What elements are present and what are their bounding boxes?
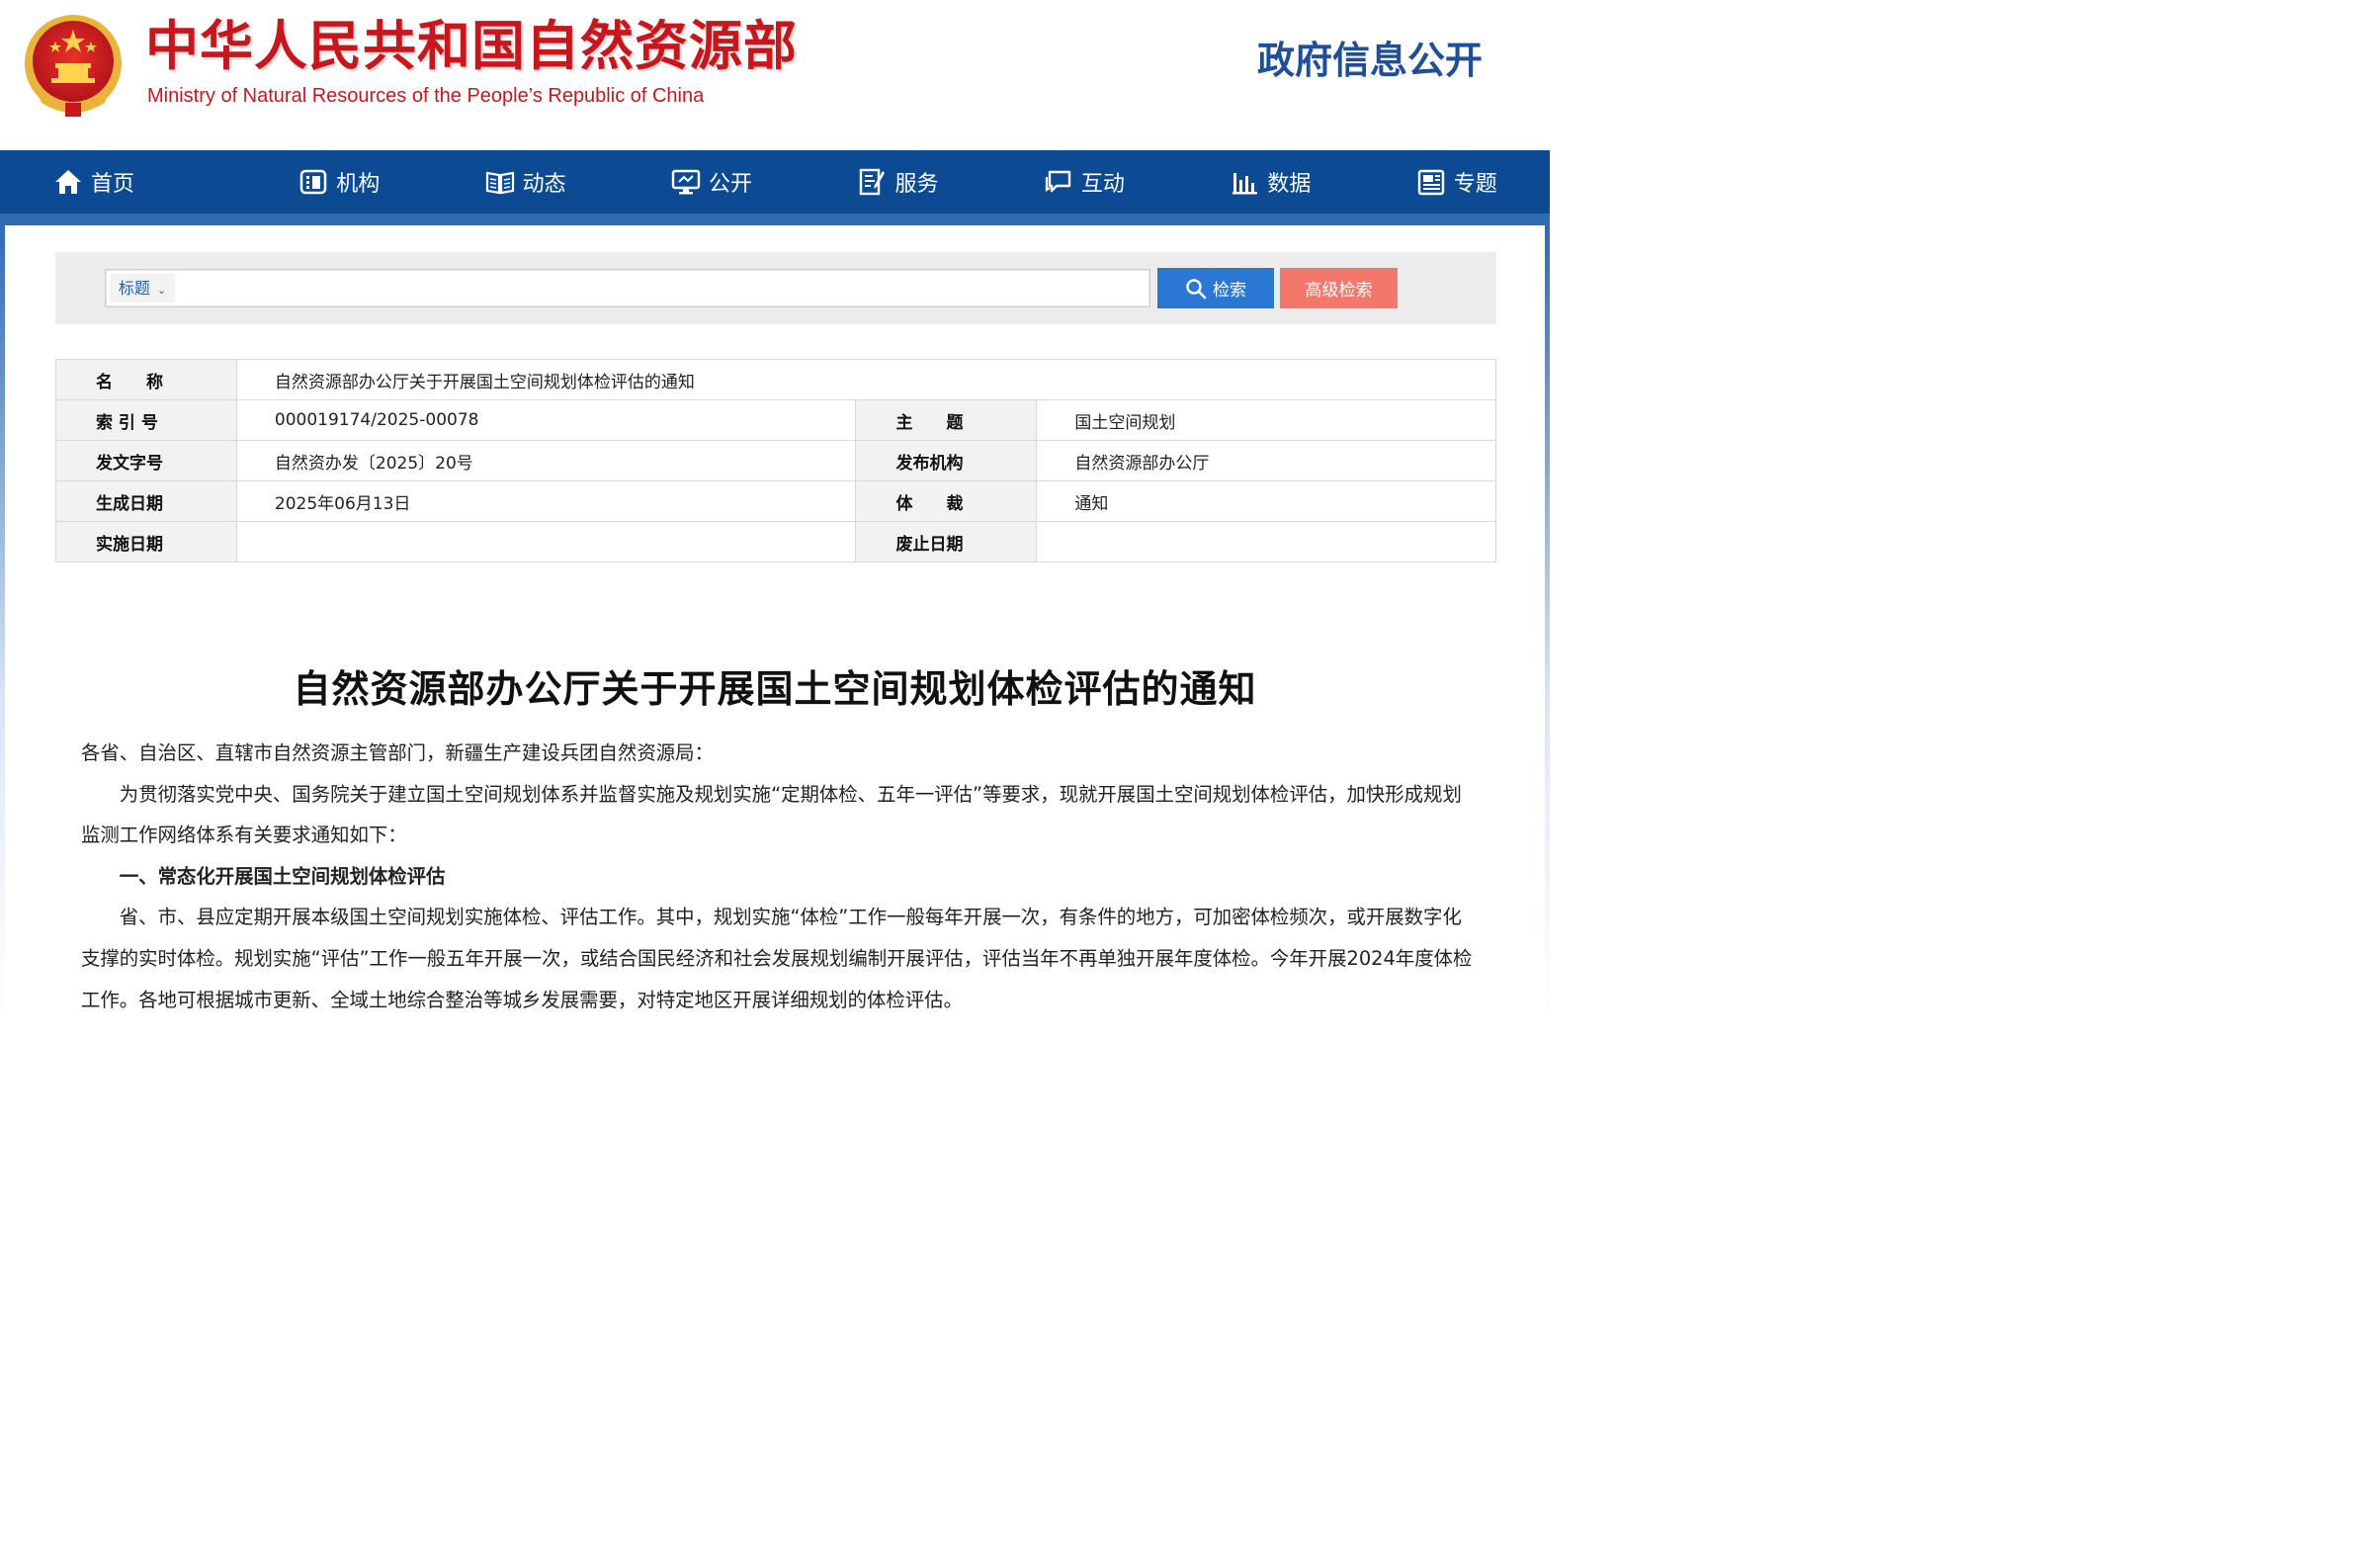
meta-value-abolished [1036, 521, 1496, 563]
table-row: 发文字号 自然资办发〔2025〕20号 发布机构 自然资源部办公厅 [55, 440, 1496, 481]
document-metadata-table: 名 称 自然资源部办公厅关于开展国土空间规划体检评估的通知 索 引 号 0000… [55, 359, 1497, 563]
article-paragraph: 省、市、县应定期开展本级国土空间规划实施体检、评估工作。其中，规划实施“体检”工… [81, 906, 1473, 1011]
left-border [0, 225, 5, 1017]
meta-value-publisher: 自然资源部办公厅 [1036, 440, 1496, 481]
search-button[interactable]: 检索 [1157, 268, 1274, 308]
meta-key-docno: 发文字号 [55, 440, 237, 481]
site-subtitle: Ministry of Natural Resources of the Peo… [147, 85, 705, 107]
org-icon [298, 167, 328, 197]
site-header: 中华人民共和国自然资源部 Ministry of Natural Resourc… [0, 0, 1550, 150]
meta-key-abolished: 废止日期 [855, 521, 1038, 563]
monitor-icon [671, 167, 701, 197]
article-paragraph: 为贯彻落实党中央、国务院关于建立国土空间规划体系并监督实施及规划实施“定期体检、… [81, 782, 1462, 847]
nav-item-interaction[interactable]: 互动 [991, 150, 1177, 214]
table-row: 名 称 自然资源部办公厅关于开展国土空间规划体检评估的通知 [55, 359, 1497, 400]
nav-accent-strip [0, 214, 1550, 225]
search-input[interactable] [181, 274, 1144, 304]
nav-item-news[interactable]: 动态 [432, 150, 618, 214]
meta-key-effective: 实施日期 [55, 521, 237, 563]
nav-item-home[interactable]: 首页 [0, 150, 194, 214]
meta-key-name: 名 称 [55, 359, 237, 400]
site-title: 中华人民共和国自然资源部 [145, 15, 798, 77]
nav-label: 专题 [1453, 172, 1497, 197]
article-addressee: 各省、自治区、直辖市自然资源主管部门，新疆生产建设兵团自然资源局： [81, 741, 714, 764]
search-field-select[interactable]: 标题 ⌄ [110, 274, 175, 303]
search-box: 标题 ⌄ [105, 269, 1150, 307]
chat-icon [1044, 167, 1073, 197]
search-button-label: 检索 [1213, 281, 1246, 301]
nav-item-service[interactable]: 服务 [805, 150, 990, 214]
search-field-label: 标题 [118, 279, 150, 298]
nav-label: 公开 [709, 172, 753, 197]
meta-key-created: 生成日期 [55, 480, 237, 522]
search-icon [1186, 278, 1207, 299]
meta-value-created: 2025年06月13日 [235, 480, 857, 522]
home-icon [53, 167, 83, 197]
meta-key-genre: 体 裁 [855, 480, 1038, 522]
article-section-heading: 一、常态化开展国土空间规划体检评估 [119, 864, 446, 888]
article-body: 各省、自治区、直辖市自然资源主管部门，新疆生产建设兵团自然资源局： 为贯彻落实党… [81, 733, 1475, 1020]
meta-value-topic: 国土空间规划 [1036, 399, 1496, 441]
table-row: 生成日期 2025年06月13日 体 裁 通知 [55, 480, 1496, 522]
edit-doc-icon [857, 167, 887, 197]
section-title[interactable]: 政府信息公开 [1257, 30, 1483, 84]
nav-item-topics[interactable]: 专题 [1364, 150, 1550, 214]
newspaper-icon [1416, 167, 1446, 197]
meta-value-docno: 自然资办发〔2025〕20号 [235, 440, 857, 481]
book-icon [485, 167, 515, 197]
nav-label: 互动 [1080, 172, 1125, 197]
nav-item-public[interactable]: 公开 [619, 150, 805, 214]
table-row: 实施日期 废止日期 [55, 521, 1496, 563]
meta-value-name: 自然资源部办公厅关于开展国土空间规划体检评估的通知 [235, 359, 1497, 400]
national-emblem-icon [25, 15, 122, 117]
meta-key-publisher: 发布机构 [855, 440, 1038, 481]
search-bar: 标题 ⌄ 检索 高级检索 [55, 252, 1496, 324]
nav-label: 首页 [91, 172, 135, 197]
advanced-search-button[interactable]: 高级检索 [1280, 268, 1398, 308]
nav-item-org[interactable]: 机构 [246, 150, 432, 214]
main-nav: 首页 机构 动态 公开 服务 互动 数据 专题 [0, 150, 1550, 214]
article-title: 自然资源部办公厅关于开展国土空间规划体检评估的通知 [293, 667, 1257, 711]
nav-label: 数据 [1267, 172, 1312, 197]
table-row: 索 引 号 000019174/2025-00078 主 题 国土空间规划 [55, 399, 1496, 441]
bar-chart-icon [1230, 167, 1259, 197]
nav-label: 动态 [522, 172, 566, 197]
meta-value-effective [235, 521, 857, 563]
nav-label: 服务 [894, 172, 939, 197]
nav-item-data[interactable]: 数据 [1177, 150, 1363, 214]
meta-key-topic: 主 题 [855, 399, 1038, 441]
meta-value-genre: 通知 [1036, 480, 1496, 522]
meta-value-index: 000019174/2025-00078 [235, 399, 857, 441]
meta-key-index: 索 引 号 [55, 399, 237, 441]
nav-label: 机构 [336, 172, 381, 197]
chevron-down-icon: ⌄ [156, 284, 167, 297]
right-border [1545, 225, 1550, 1017]
